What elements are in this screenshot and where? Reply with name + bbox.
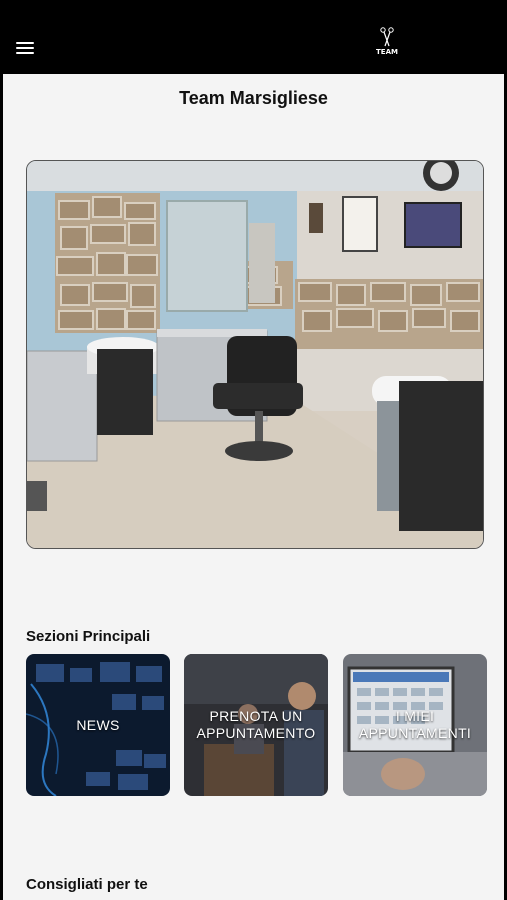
main-content[interactable]: Team Marsigliese Sezioni Principali NEWS… xyxy=(3,74,504,900)
top-app-bar: TEAM xyxy=(0,0,507,74)
card-book-appointment-label: PRENOTA UN APPUNTAMENTO xyxy=(196,708,316,741)
hero-image xyxy=(26,160,484,549)
card-news-label: NEWS xyxy=(76,716,120,733)
hamburger-menu-icon[interactable] xyxy=(16,38,38,56)
main-sections-carousel[interactable]: NEWS PRENOTA UN APPUNTAMENTO I MIEI APPU… xyxy=(26,654,496,796)
page-title: Team Marsigliese xyxy=(179,88,328,108)
logo-text: TEAM xyxy=(376,48,398,56)
card-news[interactable]: NEWS xyxy=(26,654,170,796)
barber-shop-photo xyxy=(27,161,483,548)
brand-logo[interactable]: TEAM xyxy=(372,26,402,64)
card-book-appointment[interactable]: PRENOTA UN APPUNTAMENTO xyxy=(184,654,328,796)
card-my-appointments-label: I MIEI APPUNTAMENTI xyxy=(358,708,472,741)
card-my-appointments[interactable]: I MIEI APPUNTAMENTI xyxy=(343,654,487,796)
scissors-logo-icon xyxy=(380,27,394,47)
app-screen: TEAM Team Marsigliese Sezioni Principali… xyxy=(0,0,507,900)
section-title-recommended: Consigliati per te xyxy=(26,876,148,893)
section-title-main: Sezioni Principali xyxy=(26,628,151,645)
